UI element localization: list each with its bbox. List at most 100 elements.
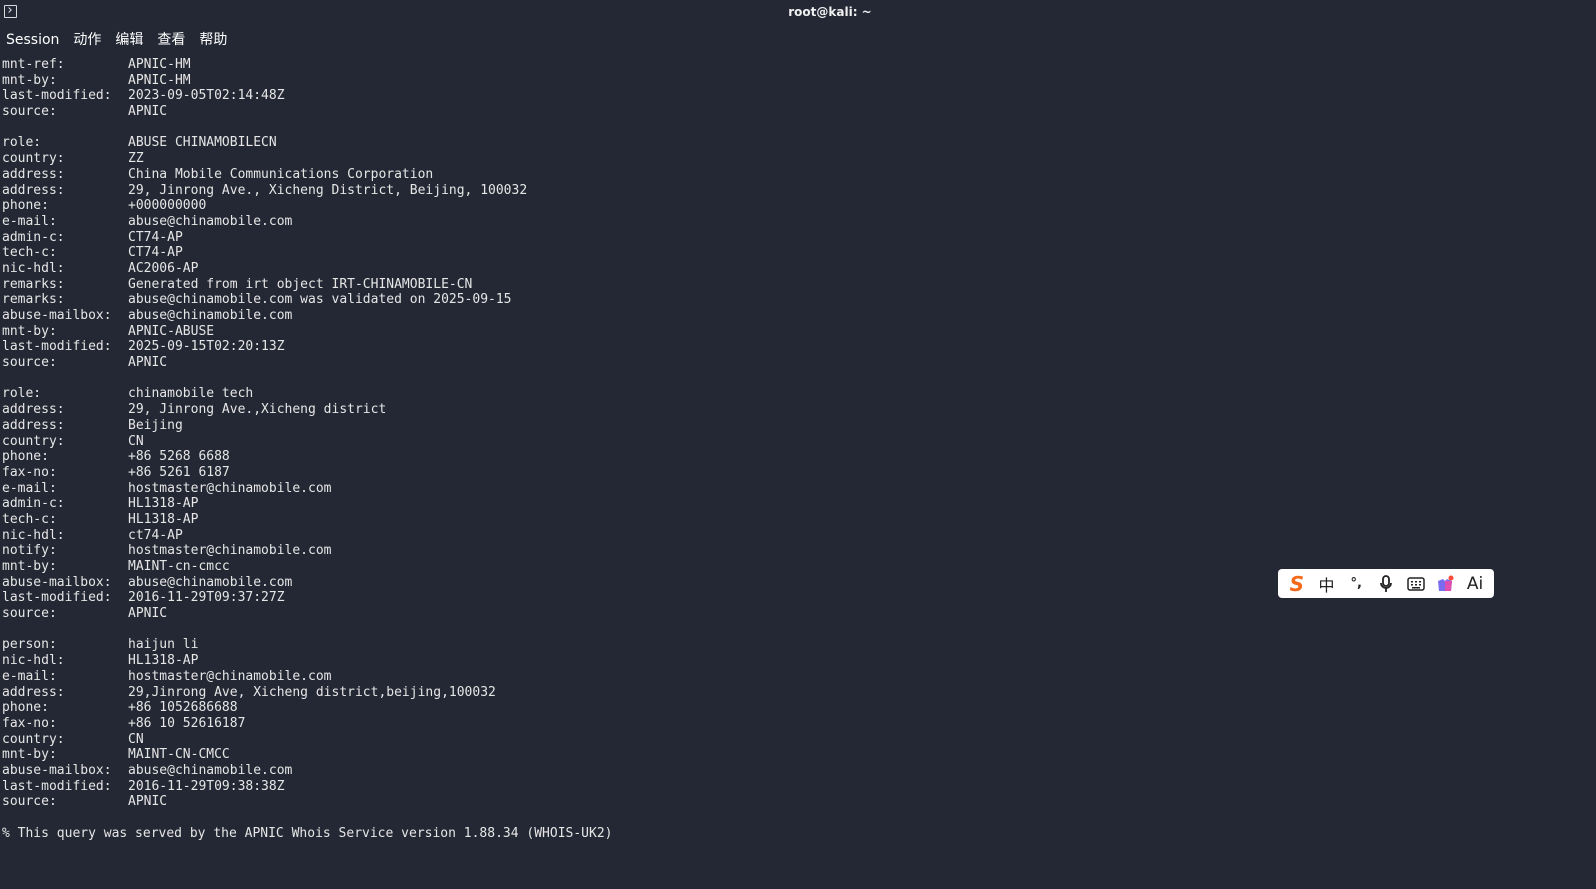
whois-value: ct74-AP <box>128 527 183 543</box>
whois-key: address: <box>2 402 65 418</box>
whois-value: AC2006-AP <box>128 260 199 276</box>
whois-key: address: <box>2 417 65 433</box>
whois-line: fax-no: +86 5261 6187 <box>2 465 1582 481</box>
whois-value: APNIC <box>128 606 168 622</box>
title-bar: root@kali: ~ <box>0 0 1596 26</box>
whois-value: hostmaster@chinamobile.com <box>128 480 332 496</box>
whois-line: country: CN <box>2 434 1582 450</box>
whois-key: abuse-mailbox: <box>2 762 112 778</box>
whois-line: remarks: Generated from irt object IRT-CH… <box>2 277 1582 293</box>
whois-key: last-modified: <box>2 590 112 606</box>
whois-line: address: Beijing <box>2 418 1582 434</box>
whois-line: last-modified: 2025-09-15T02:20:13Z <box>2 339 1582 355</box>
whois-value: 2025-09-15T02:20:13Z <box>128 339 285 355</box>
punctuation-icon[interactable]: °, <box>1343 573 1369 595</box>
whois-line: source: APNIC <box>2 794 1582 810</box>
whois-value: +86 1052686688 <box>128 700 238 716</box>
whois-value: +86 5261 6187 <box>128 464 230 480</box>
whois-value: MAINT-cn-cmcc <box>128 559 230 574</box>
whois-key: country: <box>2 731 65 747</box>
whois-key: last-modified: <box>2 88 112 104</box>
whois-key: admin-c: <box>2 229 65 245</box>
whois-value: APNIC-ABUSE <box>128 323 215 339</box>
whois-line: address: China Mobile Communications Corp… <box>2 167 1582 183</box>
whois-key: e-mail: <box>2 480 57 496</box>
whois-key: source: <box>2 355 57 371</box>
whois-key: mnt-by: <box>2 747 57 763</box>
whois-key: person: <box>2 637 57 653</box>
terminal-output[interactable]: mnt-ref: APNIC-HM mnt-by: APNIC-HM last-modi… <box>2 57 1582 887</box>
menu-session[interactable]: Session <box>0 29 66 51</box>
whois-value: APNIC-HM <box>128 57 191 72</box>
whois-line: role: ABUSE CHINAMOBILECN <box>2 135 1582 151</box>
whois-key: phone: <box>2 700 49 716</box>
whois-key: mnt-by: <box>2 323 57 339</box>
whois-line: abuse-mailbox: abuse@chinamobile.com <box>2 763 1582 779</box>
ai-icon[interactable]: Ai <box>1462 573 1488 595</box>
whois-value: chinamobile tech <box>128 386 254 402</box>
whois-value: 29, Jinrong Ave., Xicheng District, Beij… <box>128 182 528 198</box>
chinese-mode-icon[interactable]: 中 <box>1314 573 1340 595</box>
whois-line: country: CN <box>2 732 1582 748</box>
whois-key: last-modified: <box>2 778 112 794</box>
whois-key: mnt-by: <box>2 559 57 574</box>
whois-line: mnt-by: APNIC-ABUSE <box>2 324 1582 340</box>
whois-value: APNIC <box>128 355 168 371</box>
whois-key: nic-hdl: <box>2 653 65 669</box>
whois-value: HL1318-AP <box>128 511 199 527</box>
whois-line: mnt-by: MAINT-CN-CMCC <box>2 747 1582 763</box>
whois-value: haijun li <box>128 637 199 653</box>
whois-value: 2016-11-29T09:38:38Z <box>128 778 285 794</box>
whois-line: role: chinamobile tech <box>2 386 1582 402</box>
whois-value: HL1318-AP <box>128 653 199 669</box>
whois-value: Generated from irt object IRT-CHINAMOBIL… <box>128 276 473 292</box>
whois-line: phone: +86 5268 6688 <box>2 449 1582 465</box>
menu-view[interactable]: 查看 <box>150 29 192 51</box>
whois-key: phone: <box>2 449 49 465</box>
whois-value: +000000000 <box>128 198 207 214</box>
whois-line: notify: hostmaster@chinamobile.com <box>2 543 1582 559</box>
whois-line: phone: +86 1052686688 <box>2 700 1582 716</box>
whois-line: admin-c: CT74-AP <box>2 230 1582 246</box>
whois-key: mnt-ref: <box>2 57 65 72</box>
whois-value: abuse@chinamobile.com <box>128 574 293 590</box>
whois-line: nic-hdl: AC2006-AP <box>2 261 1582 277</box>
whois-key: source: <box>2 794 57 810</box>
whois-value: abuse@chinamobile.com <box>128 762 293 778</box>
whois-key: tech-c: <box>2 511 57 527</box>
microphone-icon[interactable] <box>1373 573 1399 595</box>
menu-help[interactable]: 帮助 <box>192 29 234 51</box>
whois-key: remarks: <box>2 292 65 308</box>
whois-key: address: <box>2 166 65 182</box>
whois-value: +86 5268 6688 <box>128 449 230 465</box>
whois-line: source: APNIC <box>2 355 1582 371</box>
query-footer: % This query was served by the APNIC Who… <box>2 825 613 841</box>
skin-icon[interactable] <box>1432 573 1458 595</box>
whois-key: address: <box>2 182 65 198</box>
whois-key: phone: <box>2 198 49 214</box>
sogou-logo-icon[interactable]: S <box>1284 572 1310 596</box>
menu-actions[interactable]: 动作 <box>66 29 108 51</box>
whois-key: country: <box>2 151 65 167</box>
whois-line: last-modified: 2023-09-05T02:14:48Z <box>2 88 1582 104</box>
whois-key: fax-no: <box>2 715 57 731</box>
whois-key: nic-hdl: <box>2 260 65 276</box>
whois-value: CN <box>128 433 144 449</box>
whois-line: e-mail: hostmaster@chinamobile.com <box>2 669 1582 685</box>
menu-edit[interactable]: 编辑 <box>108 29 150 51</box>
whois-line: source: APNIC <box>2 104 1582 120</box>
whois-value: China Mobile Communications Corporation <box>128 166 434 182</box>
whois-line: address: 29, Jinrong Ave.,Xicheng distric… <box>2 402 1582 418</box>
whois-key: abuse-mailbox: <box>2 574 112 590</box>
whois-value: hostmaster@chinamobile.com <box>128 668 332 684</box>
whois-line: country: ZZ <box>2 151 1582 167</box>
whois-value: hostmaster@chinamobile.com <box>128 543 332 559</box>
keyboard-icon[interactable] <box>1403 573 1429 595</box>
window-title: root@kali: ~ <box>788 5 872 19</box>
whois-line: abuse-mailbox: abuse@chinamobile.com <box>2 308 1582 324</box>
whois-key: fax-no: <box>2 464 57 480</box>
whois-line: fax-no: +86 10 52616187 <box>2 716 1582 732</box>
